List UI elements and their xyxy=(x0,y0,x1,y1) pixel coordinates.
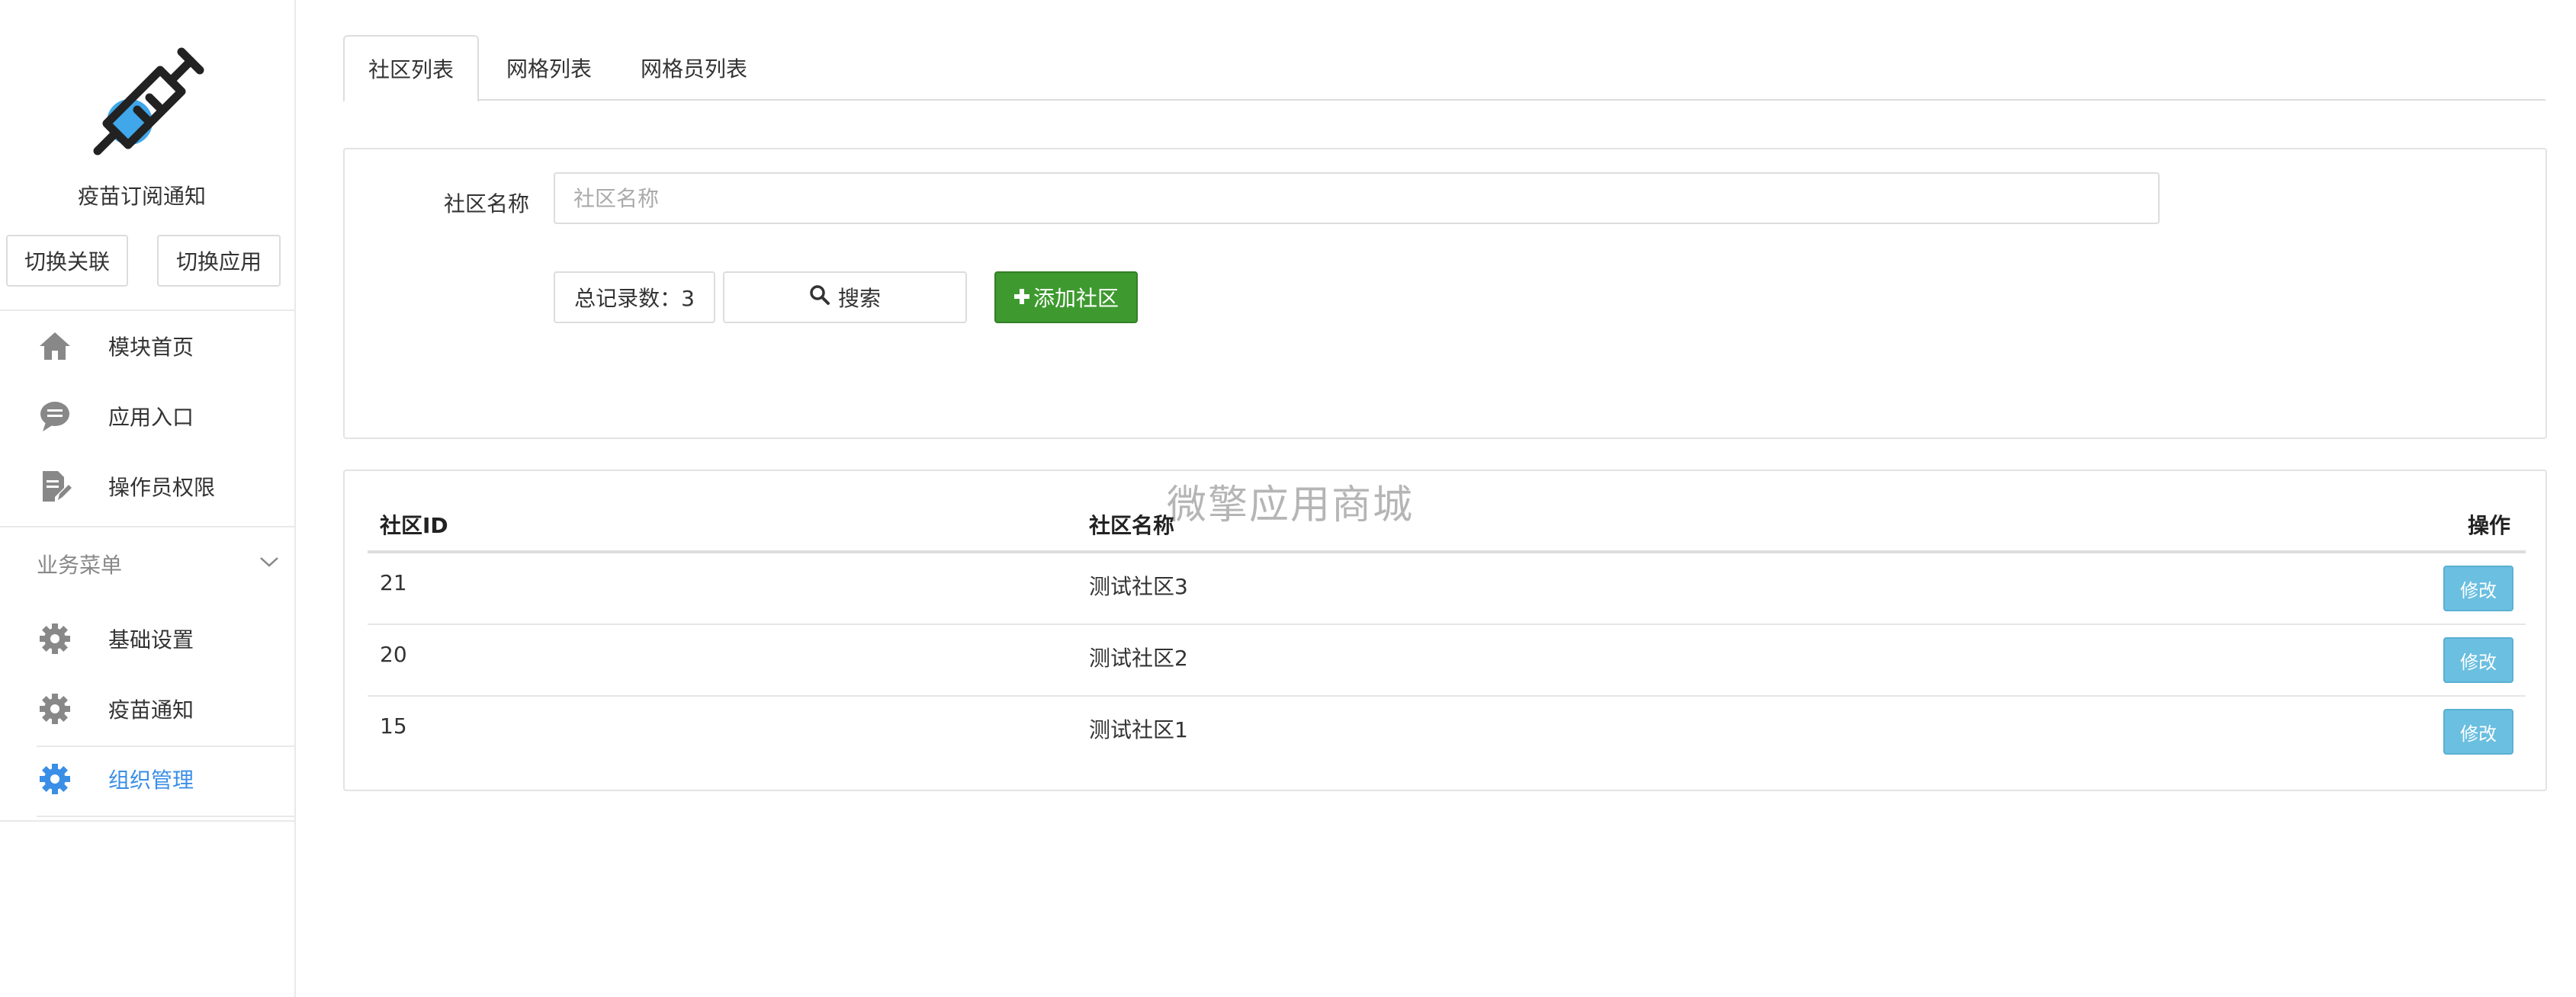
sidebar-divider xyxy=(0,526,296,527)
search-button-label: 搜索 xyxy=(837,286,881,311)
column-header-actions: 操作 xyxy=(2467,513,2510,538)
cell-community-id: 20 xyxy=(380,642,407,667)
cell-community-id: 21 xyxy=(380,570,407,595)
column-header-community-name: 社区名称 xyxy=(1089,513,1175,538)
add-community-button[interactable]: 添加社区 xyxy=(994,271,1138,323)
chat-bubble-icon xyxy=(38,399,72,433)
search-panel: 社区名称 总记录数：3 搜索 添加社区 xyxy=(343,148,2547,439)
table-row: 15 测试社区1 修改 xyxy=(368,697,2526,768)
sidebar-divider xyxy=(0,820,296,822)
search-icon xyxy=(809,284,830,311)
nav-item-operator-permissions[interactable]: 操作员权限 xyxy=(0,456,296,517)
tab-bar: 社区列表 网格列表 网格员列表 xyxy=(343,35,2545,102)
home-icon xyxy=(38,329,72,363)
switch-app-button[interactable]: 切换应用 xyxy=(157,235,281,287)
switch-link-button[interactable]: 切换关联 xyxy=(6,235,128,287)
search-button[interactable]: 搜索 xyxy=(723,271,967,323)
nav-item-label: 操作员权限 xyxy=(108,475,216,500)
gear-icon xyxy=(38,622,72,656)
total-records-count: 总记录数：3 xyxy=(554,271,715,323)
nav-item-label: 应用入口 xyxy=(108,405,194,430)
nav-item-label: 组织管理 xyxy=(108,768,194,793)
sidebar-divider xyxy=(37,816,296,817)
syringe-logo-icon xyxy=(76,30,214,168)
nav-item-vaccine-notice[interactable]: 疫苗通知 xyxy=(0,678,296,739)
app-name: 疫苗订阅通知 xyxy=(77,184,206,209)
cell-community-id: 15 xyxy=(380,713,407,739)
nav-item-label: 基础设置 xyxy=(108,627,194,652)
cell-community-name: 测试社区1 xyxy=(1089,717,1188,742)
community-table-panel: 社区ID 社区名称 操作 21 测试社区3 修改 20 测试社区2 修改 15 … xyxy=(343,470,2547,791)
edit-button[interactable]: 修改 xyxy=(2443,637,2513,683)
edit-button[interactable]: 修改 xyxy=(2443,709,2513,755)
column-header-community-id: 社区ID xyxy=(380,513,448,538)
sidebar: 疫苗订阅通知 切换关联 切换应用 模块首页 应用入口 操作员权限 业务菜单 基础… xyxy=(0,0,296,997)
watermark: 微擎应用商城 xyxy=(1167,482,1415,528)
gear-icon xyxy=(38,762,72,796)
community-name-label: 社区名称 xyxy=(444,191,530,216)
community-name-input[interactable] xyxy=(554,172,2160,224)
sidebar-divider xyxy=(37,745,296,747)
nav-item-module-home[interactable]: 模块首页 xyxy=(0,316,296,377)
nav-item-app-entry[interactable]: 应用入口 xyxy=(0,386,296,447)
nav-item-label: 模块首页 xyxy=(108,335,194,360)
table-row: 20 测试社区2 修改 xyxy=(368,625,2526,697)
sidebar-divider xyxy=(0,309,296,311)
tab-community-list[interactable]: 社区列表 xyxy=(343,35,479,102)
tab-grid-member-list[interactable]: 网格员列表 xyxy=(619,35,769,101)
nav-item-label: 疫苗通知 xyxy=(108,697,194,723)
plus-icon xyxy=(1013,285,1030,310)
nav-item-basic-settings[interactable]: 基础设置 xyxy=(0,608,296,669)
chevron-down-icon[interactable] xyxy=(258,550,281,573)
cell-community-name: 测试社区2 xyxy=(1089,646,1188,671)
business-menu-title[interactable]: 业务菜单 xyxy=(37,549,122,579)
add-community-label: 添加社区 xyxy=(1033,286,1119,311)
tab-grid-list[interactable]: 网格列表 xyxy=(490,35,609,101)
edit-button[interactable]: 修改 xyxy=(2443,566,2513,611)
nav-item-organization-management[interactable]: 组织管理 xyxy=(0,749,296,809)
table-row: 21 测试社区3 修改 xyxy=(368,553,2526,625)
edit-document-icon xyxy=(38,470,72,503)
cell-community-name: 测试社区3 xyxy=(1089,574,1188,599)
gear-icon xyxy=(38,692,72,726)
